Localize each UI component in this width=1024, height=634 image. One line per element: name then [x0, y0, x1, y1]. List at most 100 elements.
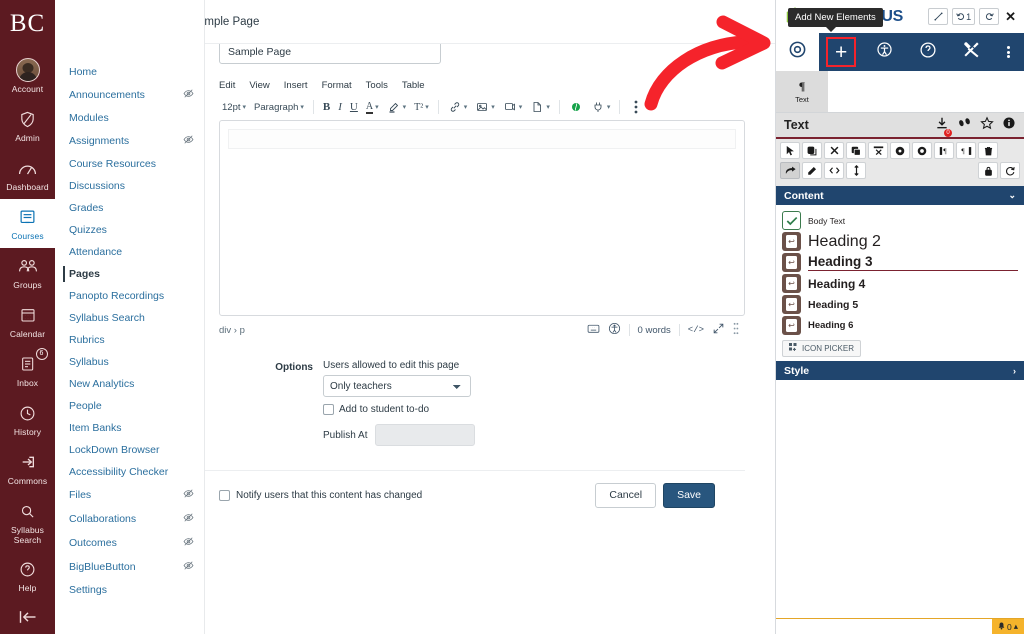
course-nav-item-quizzes[interactable]: Quizzes: [55, 219, 204, 241]
lock-icon[interactable]: [978, 162, 998, 179]
resize-handle-icon[interactable]: [733, 322, 739, 338]
content-item-heading-2[interactable]: ↩ Heading 2: [782, 232, 1018, 251]
course-nav-item-people[interactable]: People: [55, 395, 204, 417]
height-icon[interactable]: [846, 162, 866, 179]
add-to-todo-row[interactable]: Add to student to-do: [323, 404, 475, 415]
move-up-icon[interactable]: [890, 142, 910, 159]
global-nav-item-courses[interactable]: Courses: [0, 199, 55, 248]
close-panel-icon[interactable]: ✕: [1003, 9, 1016, 25]
image-button[interactable]: ▾: [472, 98, 498, 116]
tab-add-new-elements[interactable]: +: [819, 33, 862, 71]
course-nav-item-syllabus-search[interactable]: Syllabus Search: [55, 307, 204, 329]
course-nav-item-outcomes[interactable]: Outcomes: [55, 531, 204, 555]
course-nav-item-rubrics[interactable]: Rubrics: [55, 329, 204, 351]
global-nav-item-account[interactable]: Account: [0, 52, 55, 101]
rce-menu-edit[interactable]: Edit: [219, 80, 235, 91]
tab-tools[interactable]: [950, 33, 993, 71]
apps-button[interactable]: [566, 98, 586, 116]
global-nav-item-dashboard[interactable]: Dashboard: [0, 150, 55, 199]
link-button[interactable]: ▾: [445, 98, 471, 116]
rce-menu-format[interactable]: Format: [322, 80, 352, 91]
copy-icon[interactable]: [802, 142, 822, 159]
content-item-heading-6[interactable]: ↩ Heading 6: [782, 316, 1018, 335]
content-item-heading-3[interactable]: ↩ Heading 3: [782, 253, 1018, 272]
course-nav-item-settings[interactable]: Settings: [55, 579, 204, 601]
course-nav-item-modules[interactable]: Modules: [55, 107, 204, 129]
course-nav-item-item-banks[interactable]: Item Banks: [55, 417, 204, 439]
underline-button[interactable]: U: [347, 99, 361, 115]
tab-target[interactable]: [776, 33, 819, 71]
keyboard-shortcuts-icon[interactable]: [587, 322, 600, 338]
course-nav-item-syllabus[interactable]: Syllabus: [55, 351, 204, 373]
course-nav-item-accessibility-checker[interactable]: Accessibility Checker: [55, 461, 204, 483]
cancel-button[interactable]: Cancel: [595, 483, 656, 508]
text-color-button[interactable]: A ▾: [363, 99, 382, 116]
collapse-nav-icon[interactable]: [0, 610, 55, 624]
rce-menu-table[interactable]: Table: [402, 80, 425, 91]
highlight-button[interactable]: ▾: [384, 98, 410, 116]
trash-icon[interactable]: [978, 142, 998, 159]
accessibility-checker-icon[interactable]: [608, 322, 621, 338]
course-nav-item-announcements[interactable]: Announcements: [55, 83, 204, 107]
download-icon[interactable]: 0: [935, 116, 949, 135]
course-nav-item-files[interactable]: Files: [55, 483, 204, 507]
users-allowed-select[interactable]: Only teachersTeachers and studentsAnyone: [323, 375, 471, 397]
document-button[interactable]: ▾: [527, 98, 553, 116]
course-nav-item-assignments[interactable]: Assignments: [55, 129, 204, 153]
rce-menu-tools[interactable]: Tools: [366, 80, 388, 91]
toolbar-overflow-button[interactable]: [626, 98, 646, 116]
duplicate-icon[interactable]: [846, 142, 866, 159]
course-nav-item-course-resources[interactable]: Course Resources: [55, 153, 204, 175]
save-button[interactable]: Save: [663, 483, 715, 508]
course-nav-item-grades[interactable]: Grades: [55, 197, 204, 219]
rce-menu-insert[interactable]: Insert: [284, 80, 308, 91]
code-icon[interactable]: [824, 162, 844, 179]
course-nav-item-panopto-recordings[interactable]: Panopto Recordings: [55, 285, 204, 307]
global-nav-item-admin[interactable]: Admin: [0, 101, 55, 150]
star-icon[interactable]: [980, 116, 994, 135]
course-nav-item-collaborations[interactable]: Collaborations: [55, 507, 204, 531]
html-editor-icon[interactable]: </>: [688, 325, 704, 335]
rce-editor-body[interactable]: [219, 120, 745, 316]
footprints-icon[interactable]: [957, 116, 972, 134]
notify-users-row[interactable]: Notify users that this content has chang…: [219, 490, 422, 501]
clear-format-icon[interactable]: [868, 142, 888, 159]
font-size-select[interactable]: 12pt ▾: [219, 100, 249, 115]
insert-after-icon[interactable]: ¶: [956, 142, 976, 159]
course-nav-item-lockdown-browser[interactable]: LockDown Browser: [55, 439, 204, 461]
global-nav-item-syllabus-search[interactable]: Syllabus Search: [0, 493, 55, 551]
superscript-button[interactable]: T² ▾: [411, 100, 432, 115]
rce-menu-view[interactable]: View: [249, 80, 269, 91]
global-nav-item-history[interactable]: History: [0, 395, 55, 444]
course-nav-item-pages[interactable]: Pages: [55, 263, 204, 285]
global-nav-item-inbox[interactable]: 6 Inbox: [0, 346, 55, 395]
move-down-icon[interactable]: [912, 142, 932, 159]
redo-button[interactable]: [979, 8, 999, 25]
close-icon[interactable]: [824, 142, 844, 159]
course-nav-item-discussions[interactable]: Discussions: [55, 175, 204, 197]
tab-help[interactable]: [906, 33, 949, 71]
designplus-overflow-menu[interactable]: [993, 33, 1024, 71]
content-item-heading-5[interactable]: ↩ Heading 5: [782, 295, 1018, 314]
course-nav-item-bigbluebutton[interactable]: BigBlueButton: [55, 555, 204, 579]
block-format-select[interactable]: Paragraph ▾: [251, 100, 307, 115]
resize-panel-button[interactable]: [928, 8, 948, 25]
bold-button[interactable]: B: [320, 99, 333, 115]
undo-button[interactable]: 1: [952, 8, 975, 25]
course-nav-item-home[interactable]: Home: [55, 61, 204, 83]
tab-accessibility[interactable]: [863, 33, 906, 71]
course-nav-item-new-analytics[interactable]: New Analytics: [55, 373, 204, 395]
global-nav-item-commons[interactable]: Commons: [0, 444, 55, 493]
publish-at-input[interactable]: [375, 424, 475, 446]
redo-arrow-icon[interactable]: [780, 162, 800, 179]
notify-users-checkbox[interactable]: [219, 490, 230, 501]
course-nav-item-attendance[interactable]: Attendance: [55, 241, 204, 263]
media-button[interactable]: ▾: [500, 98, 526, 116]
global-nav-item-help[interactable]: Help: [0, 551, 55, 600]
fullscreen-icon[interactable]: [712, 322, 725, 338]
section-content[interactable]: Content ⌄: [776, 186, 1024, 205]
content-item-body-text[interactable]: Body Text: [782, 211, 1018, 230]
plug-button[interactable]: ▾: [588, 98, 614, 116]
insert-before-icon[interactable]: ¶: [934, 142, 954, 159]
content-item-heading-4[interactable]: ↩ Heading 4: [782, 274, 1018, 293]
